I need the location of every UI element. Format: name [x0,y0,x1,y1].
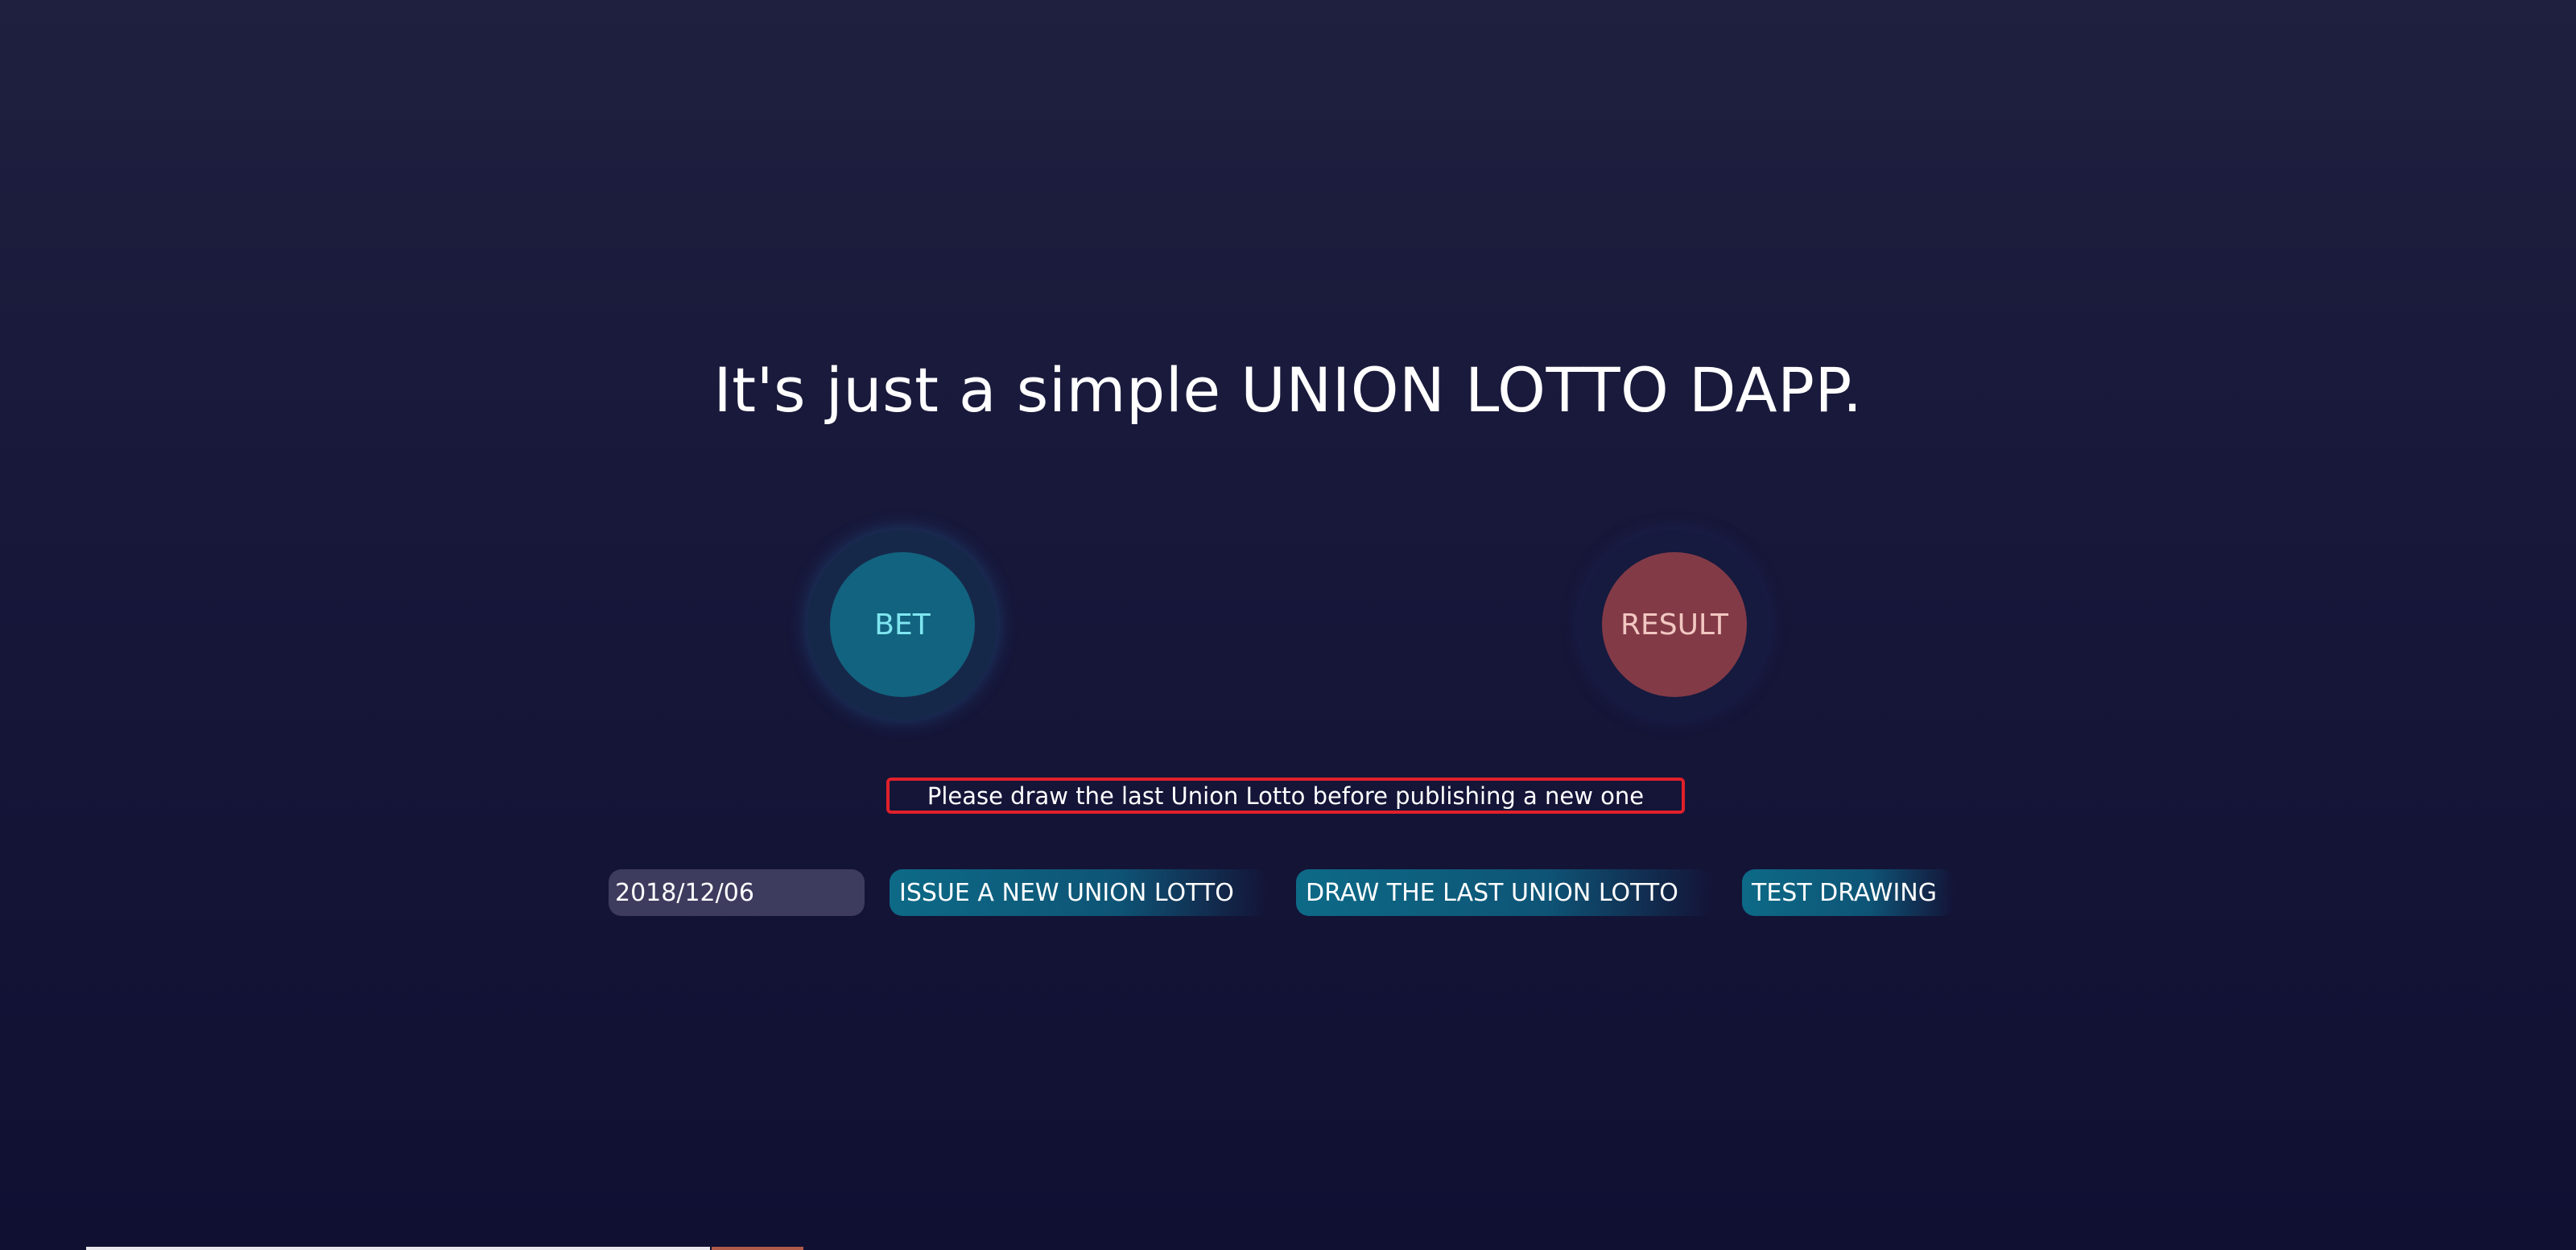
date-input[interactable] [609,869,865,916]
page-title: It's just a simple UNION LOTTO DAPP. [713,354,1863,426]
controls-bar: ISSUE A NEW UNION LOTTO DRAW THE LAST UN… [0,869,2576,916]
draw-last-lotto-button[interactable]: DRAW THE LAST UNION LOTTO [1296,869,1713,916]
bet-button[interactable]: BET [830,552,975,697]
status-notice-text: Please draw the last Union Lotto before … [927,782,1645,810]
status-notice: Please draw the last Union Lotto before … [886,778,1685,814]
result-button-ring: RESULT [1579,530,1769,720]
test-drawing-button[interactable]: TEST DRAWING [1742,869,1955,916]
bottom-bar-accent [712,1247,803,1250]
result-button[interactable]: RESULT [1602,552,1747,697]
bottom-scrollbar[interactable] [86,1247,710,1250]
bet-button-ring: BET [807,530,997,720]
issue-new-lotto-button[interactable]: ISSUE A NEW UNION LOTTO [890,869,1268,916]
